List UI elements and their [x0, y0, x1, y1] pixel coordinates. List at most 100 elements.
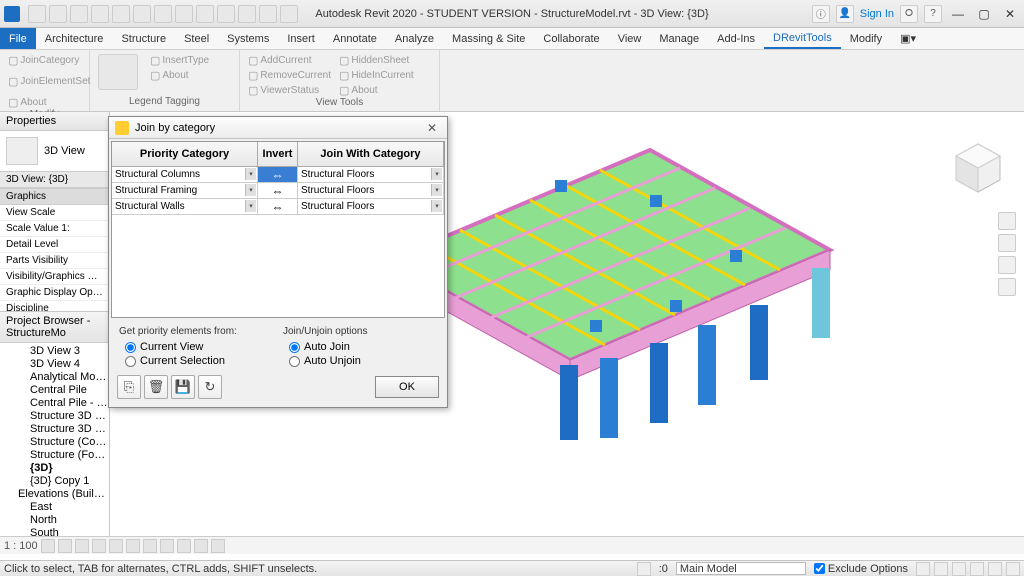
- ribbon-item[interactable]: About: [339, 84, 414, 97]
- dropdown-icon[interactable]: ▾: [431, 168, 442, 180]
- zoom-icon[interactable]: [998, 256, 1016, 274]
- radio-current-selection[interactable]: Current Selection: [125, 355, 273, 367]
- tree-node[interactable]: Structure (Foundation): [0, 449, 109, 462]
- priority-cell[interactable]: Structural Framing▾: [112, 183, 258, 198]
- prop-row[interactable]: Scale Value 1:: [0, 221, 109, 237]
- qat-button[interactable]: [70, 5, 88, 23]
- ribbon-item[interactable]: HiddenSheet: [339, 54, 414, 67]
- new-profile-button[interactable]: ⎘: [117, 375, 141, 399]
- vb-button[interactable]: [126, 539, 140, 553]
- info-center-icon[interactable]: ⓘ: [812, 5, 830, 23]
- help-icon[interactable]: ?: [924, 5, 942, 23]
- tree-node[interactable]: Structure 3D box: [0, 423, 109, 436]
- refresh-button[interactable]: ↻: [198, 375, 222, 399]
- prop-row[interactable]: Detail Level: [0, 237, 109, 253]
- col-header-invert[interactable]: Invert: [258, 142, 298, 166]
- ribbon-item[interactable]: JoinCategory: [8, 54, 90, 67]
- ribbon-item[interactable]: HideInCurrent: [339, 69, 414, 82]
- tab-massing[interactable]: Massing & Site: [443, 28, 534, 49]
- tree-node[interactable]: Analytical Model: [0, 371, 109, 384]
- tree-node[interactable]: {3D} Copy 1: [0, 475, 109, 488]
- vb-button[interactable]: [75, 539, 89, 553]
- tree-node[interactable]: North: [0, 514, 109, 527]
- priority-cell[interactable]: Structural Columns▾: [112, 167, 258, 182]
- tab-insert[interactable]: Insert: [278, 28, 324, 49]
- tab-architecture[interactable]: Architecture: [36, 28, 113, 49]
- col-header-priority[interactable]: Priority Category: [112, 142, 258, 166]
- dropdown-icon[interactable]: ▾: [245, 184, 256, 196]
- view-scale-label[interactable]: 1 : 100: [4, 540, 38, 552]
- prop-row[interactable]: Graphic Display Options: [0, 285, 109, 301]
- tree-node[interactable]: Structure (Complete): [0, 436, 109, 449]
- qat-button[interactable]: [112, 5, 130, 23]
- join-cell[interactable]: Structural Floors▾: [298, 199, 444, 214]
- tab-annotate[interactable]: Annotate: [324, 28, 386, 49]
- tree-node[interactable]: 3D View 3: [0, 345, 109, 358]
- exclude-options-checkbox[interactable]: Exclude Options: [814, 563, 908, 575]
- ribbon-item[interactable]: JoinElementSet: [8, 75, 90, 88]
- invert-cell[interactable]: ⇔: [258, 183, 298, 198]
- vb-button[interactable]: [58, 539, 72, 553]
- tab-addins[interactable]: Add-Ins: [708, 28, 764, 49]
- tree-node[interactable]: 3D View 4: [0, 358, 109, 371]
- qat-button[interactable]: [175, 5, 193, 23]
- tab-collaborate[interactable]: Collaborate: [534, 28, 608, 49]
- close-button[interactable]: ✕: [1000, 6, 1020, 22]
- vb-button[interactable]: [109, 539, 123, 553]
- sb-button[interactable]: [916, 562, 930, 576]
- workset-combo[interactable]: Main Model: [676, 562, 806, 575]
- qat-button[interactable]: [49, 5, 67, 23]
- invert-cell[interactable]: ⇔: [258, 167, 298, 182]
- tree-node[interactable]: {3D}: [0, 462, 109, 475]
- vb-button[interactable]: [177, 539, 191, 553]
- ribbon-item[interactable]: About: [8, 96, 90, 109]
- vb-button[interactable]: [160, 539, 174, 553]
- signin-link[interactable]: Sign In: [860, 8, 894, 20]
- prop-row[interactable]: Visibility/Graphics Overrides: [0, 269, 109, 285]
- qat-button[interactable]: [133, 5, 151, 23]
- tab-view[interactable]: View: [609, 28, 651, 49]
- qat-button[interactable]: [91, 5, 109, 23]
- join-cell[interactable]: Structural Floors▾: [298, 167, 444, 182]
- qat-button[interactable]: [280, 5, 298, 23]
- sb-button[interactable]: [934, 562, 948, 576]
- vb-button[interactable]: [92, 539, 106, 553]
- tree-node[interactable]: East: [0, 501, 109, 514]
- dropdown-icon[interactable]: ▾: [431, 184, 442, 196]
- steering-wheel-icon[interactable]: [998, 212, 1016, 230]
- radio-current-view[interactable]: Current View: [125, 341, 273, 353]
- orbit-icon[interactable]: [998, 278, 1016, 296]
- dropdown-icon[interactable]: ▾: [245, 200, 256, 212]
- save-profile-button[interactable]: 💾: [171, 375, 195, 399]
- tab-steel[interactable]: Steel: [175, 28, 218, 49]
- join-cell[interactable]: Structural Floors▾: [298, 183, 444, 198]
- table-row[interactable]: Structural Framing▾⇔Structural Floors▾: [112, 183, 444, 199]
- file-tab[interactable]: File: [0, 28, 36, 49]
- ribbon-item[interactable]: ViewerStatus: [248, 84, 331, 97]
- tree-node[interactable]: Structure 3D box: [0, 410, 109, 423]
- tab-structure[interactable]: Structure: [112, 28, 175, 49]
- minimize-button[interactable]: —: [948, 6, 968, 22]
- sb-button[interactable]: [1006, 562, 1020, 576]
- vb-button[interactable]: [41, 539, 55, 553]
- sb-button[interactable]: [637, 562, 651, 576]
- radio-auto-unjoin[interactable]: Auto Unjoin: [289, 355, 437, 367]
- dropdown-icon[interactable]: ▾: [245, 168, 256, 180]
- tab-modify[interactable]: Modify: [841, 28, 891, 49]
- attach-host-button[interactable]: [98, 54, 138, 90]
- ribbon-item[interactable]: About: [150, 69, 209, 82]
- ok-button[interactable]: OK: [375, 376, 439, 398]
- radio-auto-join[interactable]: Auto Join: [289, 341, 437, 353]
- col-header-join[interactable]: Join With Category: [298, 142, 444, 166]
- tab-systems[interactable]: Systems: [218, 28, 278, 49]
- dialog-close-button[interactable]: ✕: [423, 120, 441, 136]
- prop-row[interactable]: Parts Visibility: [0, 253, 109, 269]
- user-icon[interactable]: 👤: [836, 5, 854, 23]
- qat-button[interactable]: [154, 5, 172, 23]
- exchange-icon[interactable]: ⭘: [900, 5, 918, 23]
- tab-extra-icon[interactable]: ▣▾: [891, 28, 925, 49]
- qat-button[interactable]: [238, 5, 256, 23]
- pan-icon[interactable]: [998, 234, 1016, 252]
- tab-analyze[interactable]: Analyze: [386, 28, 443, 49]
- tree-node[interactable]: Central Pile - 3D: [0, 397, 109, 410]
